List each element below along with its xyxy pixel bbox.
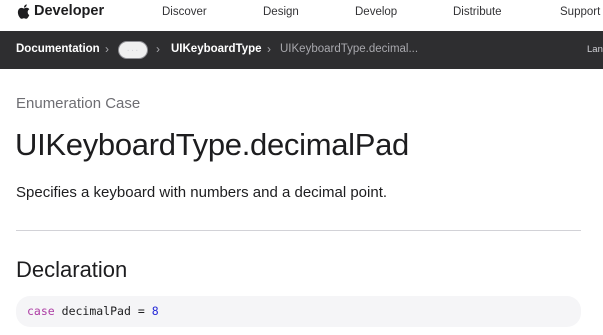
breadcrumb-more-button[interactable]: ···	[118, 41, 148, 59]
nav-link-discover[interactable]: Discover	[162, 6, 207, 18]
nav-link-design[interactable]: Design	[263, 6, 299, 18]
chevron-right-icon: ›	[105, 42, 109, 56]
nav-link-develop[interactable]: Develop	[355, 6, 397, 18]
breadcrumb-documentation[interactable]: Documentation	[16, 43, 100, 55]
declaration-heading: Declaration	[16, 257, 128, 282]
abstract-text: Specifies a keyboard with numbers and a …	[16, 184, 388, 201]
breadcrumb-uikeyboardtype[interactable]: UIKeyboardType	[171, 43, 262, 55]
developer-home-link[interactable]: Developer	[17, 3, 104, 19]
code-identifier: decimalPad	[61, 304, 131, 318]
symbol-kind-eyebrow: Enumeration Case	[16, 95, 141, 112]
language-toggle[interactable]: Lan	[587, 44, 603, 55]
code-operator: =	[137, 304, 145, 318]
nav-link-distribute[interactable]: Distribute	[453, 6, 502, 18]
global-nav: Developer Discover Design Develop Distri…	[0, 0, 603, 25]
code-value: 8	[151, 304, 159, 318]
declaration-code-block: case decimalPad = 8	[16, 296, 581, 327]
chevron-right-icon: ›	[156, 42, 160, 56]
apple-logo-icon	[17, 3, 30, 19]
section-divider	[16, 230, 581, 231]
nav-link-support[interactable]: Support	[560, 6, 600, 18]
code-keyword: case	[27, 304, 55, 318]
brand-label: Developer	[34, 3, 105, 19]
breadcrumb-current: UIKeyboardType.decimal...	[280, 43, 419, 55]
page-title: UIKeyboardType.decimalPad	[15, 127, 410, 162]
chevron-right-icon: ›	[267, 42, 271, 56]
breadcrumb: Documentation › ··· › UIKeyboardType › U…	[0, 31, 603, 69]
